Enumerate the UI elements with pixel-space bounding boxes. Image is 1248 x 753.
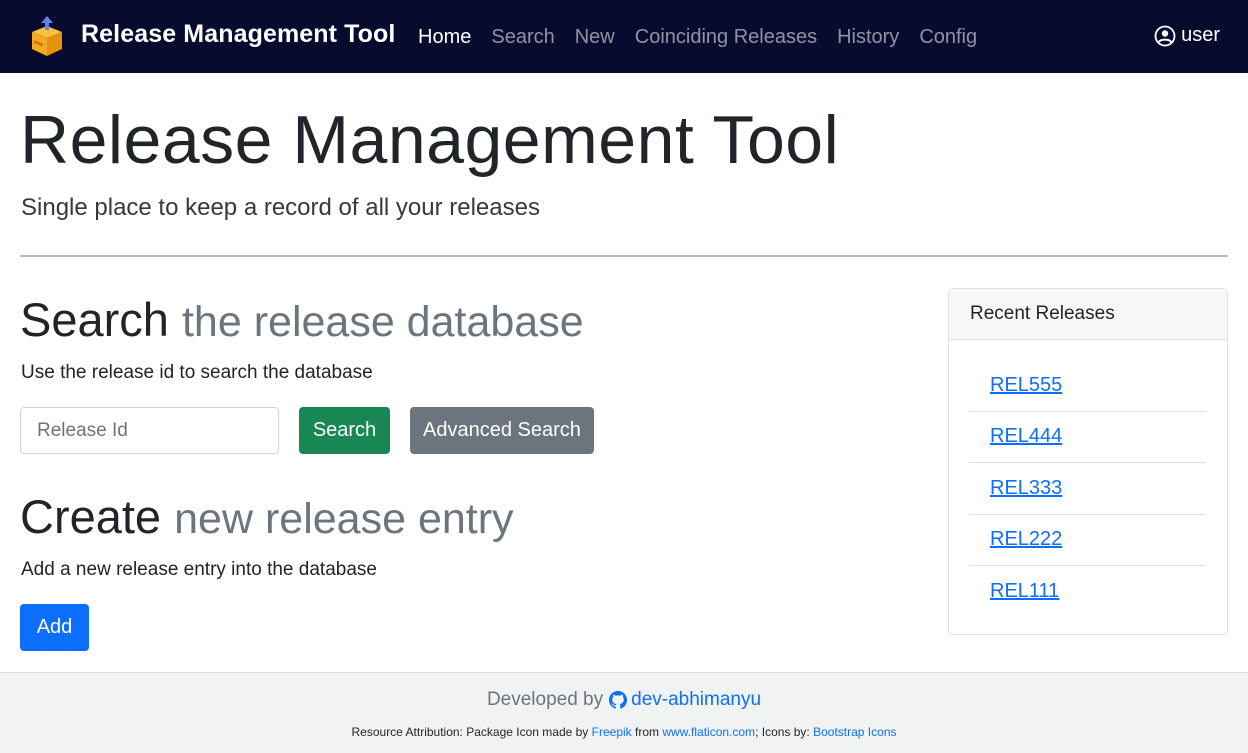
attribution-icons-by: ; Icons by: — [755, 725, 810, 739]
recent-releases-list: REL555 REL444 REL333 REL222 REL111 — [969, 360, 1206, 618]
brand-title: Release Management Tool — [81, 20, 396, 48]
page-subtitle: Single place to keep a record of all you… — [21, 194, 540, 221]
attribution-from: from — [635, 725, 660, 739]
page-title: Release Management Tool — [20, 102, 840, 178]
nav-coinciding-releases[interactable]: Coinciding Releases — [635, 24, 817, 50]
search-title-muted: the release database — [181, 298, 584, 346]
list-item: REL111 — [969, 566, 1206, 618]
create-title-muted: new release entry — [174, 495, 514, 543]
add-button[interactable]: Add — [20, 604, 89, 651]
nav-home[interactable]: Home — [418, 24, 471, 50]
recent-releases-card: Recent Releases REL555 REL444 REL333 REL… — [948, 288, 1228, 635]
advanced-search-button[interactable]: Advanced Search — [410, 407, 594, 454]
top-navbar: Release Management Tool Home Search New … — [0, 0, 1248, 73]
resource-attribution: Resource Attribution: Package Icon made … — [0, 725, 1248, 739]
bootstrap-icons-link[interactable]: Bootstrap Icons — [813, 725, 896, 739]
create-description: Add a new release entry into the databas… — [21, 559, 377, 580]
nav-new[interactable]: New — [575, 24, 615, 50]
person-circle-icon — [1154, 25, 1176, 46]
freepik-link[interactable]: Freepik — [592, 725, 632, 739]
release-link[interactable]: REL111 — [990, 580, 1059, 603]
brand[interactable]: Release Management Tool — [28, 16, 395, 58]
footer-credit: Developed by dev-abhimanyu — [0, 689, 1248, 711]
create-title-main: Create — [20, 490, 162, 543]
user-label: user — [1181, 24, 1220, 46]
search-section-title: Search the release database — [20, 292, 584, 347]
github-icon — [609, 691, 628, 709]
release-id-input[interactable] — [20, 407, 279, 454]
list-item: REL222 — [969, 515, 1206, 566]
search-button[interactable]: Search — [299, 407, 390, 454]
recent-releases-header: Recent Releases — [949, 289, 1227, 340]
package-icon — [32, 16, 62, 56]
nav-config[interactable]: Config — [919, 24, 977, 50]
search-title-main: Search — [20, 293, 169, 346]
developer-link[interactable]: dev-abhimanyu — [631, 689, 761, 711]
list-item: REL333 — [969, 463, 1206, 515]
developed-by-label: Developed by — [486, 689, 604, 710]
flaticon-link[interactable]: www.flaticon.com — [662, 725, 755, 739]
list-item: REL444 — [969, 412, 1206, 463]
attribution-prefix: Resource Attribution: Package Icon made … — [351, 725, 589, 739]
footer: Developed by dev-abhimanyu Resource Attr… — [0, 672, 1248, 753]
nav-search[interactable]: Search — [491, 24, 554, 50]
release-link[interactable]: REL222 — [990, 528, 1062, 551]
list-item: REL555 — [969, 360, 1206, 412]
search-description: Use the release id to search the databas… — [21, 362, 373, 383]
create-section-title: Create new release entry — [20, 489, 514, 544]
user-menu[interactable]: user — [1154, 24, 1220, 47]
nav-history[interactable]: History — [837, 24, 899, 50]
nav-links: Home Search New Coinciding Releases Hist… — [418, 24, 997, 50]
release-link[interactable]: REL333 — [990, 477, 1062, 500]
release-link[interactable]: REL555 — [990, 374, 1062, 397]
divider — [20, 255, 1228, 257]
release-link[interactable]: REL444 — [990, 425, 1062, 448]
